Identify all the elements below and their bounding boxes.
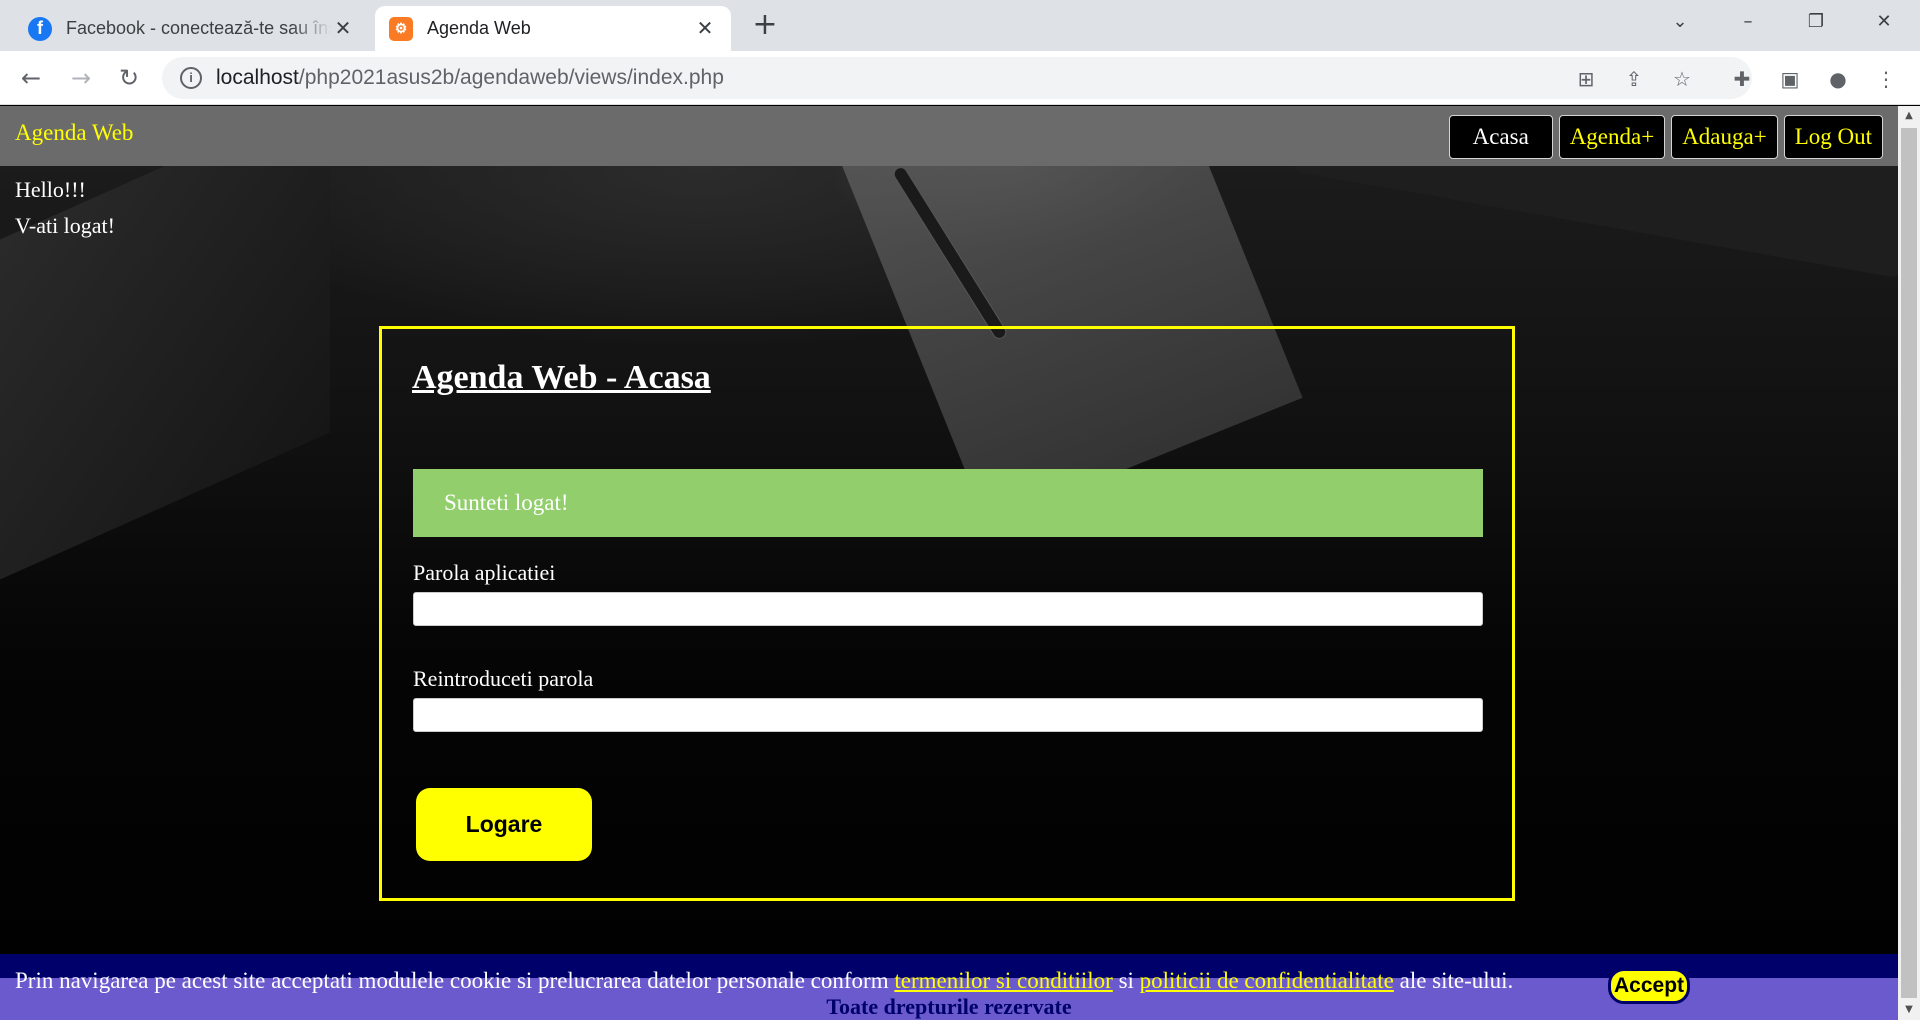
xampp-icon: ⚙ <box>389 16 413 41</box>
confirm-password-label: Reintroduceti parola <box>413 666 594 691</box>
nav-buttons: Acasa Agenda+ Adauga+ Log Out <box>1448 115 1883 159</box>
terms-link[interactable]: termenilor si conditiilor <box>894 968 1112 993</box>
privacy-link[interactable]: politicii de confidentialitate <box>1140 968 1394 993</box>
tab-agenda-web[interactable]: ⚙ Agenda Web ✕ <box>375 6 731 51</box>
share-icon[interactable]: ⇪ <box>1620 65 1648 93</box>
facebook-icon: f <box>28 16 52 41</box>
extensions-icon[interactable]: ✚ <box>1728 65 1756 93</box>
nav-acasa-button[interactable]: Acasa <box>1448 115 1553 159</box>
restore-button[interactable]: ❐ <box>1788 0 1844 44</box>
browser-tab-strip: f Facebook - conectează-te sau înscrie-t… <box>0 0 1920 51</box>
tab-title: Facebook - conectează-te sau înscrie-te <box>66 18 331 38</box>
cookie-message: Prin navigarea pe acest site acceptati m… <box>15 968 1513 994</box>
login-button[interactable]: Logare <box>416 788 592 861</box>
new-tab-button[interactable]: + <box>748 8 782 42</box>
greeting: Hello!!! V-ati logat! <box>15 172 115 244</box>
success-alert: Sunteti logat! <box>413 469 1483 537</box>
address-bar[interactable]: i localhost/php2021asus2b/agendaweb/view… <box>162 57 1752 99</box>
page-title: Agenda Web - Acasa <box>412 359 711 396</box>
translate-icon[interactable]: ⊞ <box>1572 65 1600 93</box>
login-card: Agenda Web - Acasa Sunteti logat! Parola… <box>379 326 1515 901</box>
footer-rights: Toate drepturile rezervate <box>826 994 1072 1019</box>
close-window-button[interactable]: ✕ <box>1856 0 1912 44</box>
scrollbar-thumb[interactable] <box>1901 128 1917 998</box>
tab-search-icon[interactable]: ⌄ <box>1652 0 1708 44</box>
nav-agenda-button[interactable]: Agenda+ <box>1558 115 1666 159</box>
confirm-password-input[interactable] <box>413 698 1483 732</box>
tab-facebook[interactable]: f Facebook - conectează-te sau înscrie-t… <box>14 6 369 51</box>
site-info-icon[interactable]: i <box>180 67 202 89</box>
password-label: Parola aplicatiei <box>413 560 556 585</box>
tab-title: Agenda Web <box>427 18 531 38</box>
browser-toolbar: ← → ↻ i localhost/php2021asus2b/agendawe… <box>0 51 1920 105</box>
cookie-banner: Prin navigarea pe acest site acceptati m… <box>0 954 1898 1020</box>
nav-logout-button[interactable]: Log Out <box>1783 115 1883 159</box>
cookie-text-middle: si <box>1112 968 1140 993</box>
menu-kebab-icon[interactable]: ⋮ <box>1872 65 1900 93</box>
greeting-hello: Hello!!! <box>15 177 86 202</box>
side-panel-icon[interactable]: ▣ <box>1776 65 1804 93</box>
page-viewport: Agenda Web Acasa Agenda+ Adauga+ Log Out… <box>0 106 1898 1020</box>
cookie-text-before: Prin navigarea pe acest site acceptati m… <box>15 968 895 993</box>
reload-icon[interactable]: ↻ <box>114 63 144 93</box>
nav-adauga-button[interactable]: Adauga+ <box>1671 115 1778 159</box>
profile-avatar-icon[interactable]: ● <box>1824 65 1852 93</box>
minimize-button[interactable]: – <box>1720 0 1776 44</box>
close-icon[interactable]: ✕ <box>693 16 717 41</box>
forward-icon[interactable]: → <box>66 63 96 93</box>
greeting-logged-in: V-ati logat! <box>15 213 115 238</box>
cookie-text-after: ale site-ului. <box>1393 968 1514 993</box>
close-icon[interactable]: ✕ <box>331 16 355 41</box>
url-path: /php2021asus2b/agendaweb/views/index.php <box>298 66 724 89</box>
url-host: localhost <box>216 66 299 89</box>
scroll-down-arrow-icon[interactable]: ▼ <box>1898 1000 1920 1020</box>
bookmark-star-icon[interactable]: ☆ <box>1668 65 1696 93</box>
password-input[interactable] <box>413 592 1483 626</box>
page-scrollbar[interactable]: ▲ ▼ <box>1898 106 1920 1020</box>
brand-link[interactable]: Agenda Web <box>15 120 133 146</box>
scroll-up-arrow-icon[interactable]: ▲ <box>1898 106 1920 126</box>
site-navbar: Agenda Web Acasa Agenda+ Adauga+ Log Out <box>0 106 1898 166</box>
back-icon[interactable]: ← <box>16 63 46 93</box>
